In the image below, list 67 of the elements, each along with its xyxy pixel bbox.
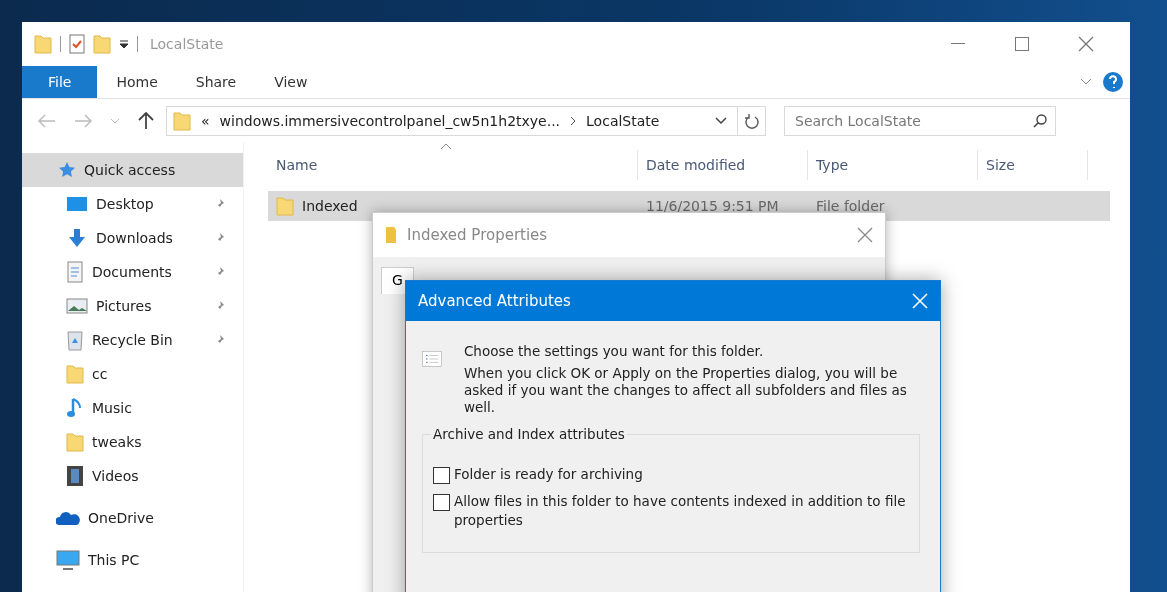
sort-ascending-icon bbox=[440, 143, 452, 151]
ribbon-tab[interactable]: File bbox=[22, 66, 98, 98]
nav-item[interactable]: Quick access bbox=[22, 153, 243, 187]
document-icon bbox=[66, 261, 84, 283]
properties-icon[interactable] bbox=[69, 34, 85, 54]
nav-item[interactable]: Recycle Bin bbox=[22, 323, 243, 357]
folder-icon bbox=[385, 226, 397, 244]
checkbox[interactable] bbox=[433, 494, 450, 511]
refresh-icon[interactable] bbox=[744, 113, 759, 129]
help-icon[interactable] bbox=[1102, 71, 1124, 93]
ribbon-tab[interactable]: Share bbox=[176, 66, 256, 98]
file-name: Indexed bbox=[302, 198, 358, 214]
film-icon bbox=[66, 465, 84, 487]
dropdown-icon[interactable] bbox=[119, 39, 129, 49]
chevron-down-icon[interactable] bbox=[715, 117, 727, 125]
new-folder-icon bbox=[93, 34, 111, 54]
checkbox[interactable] bbox=[433, 467, 450, 484]
search-field[interactable]: Search LocalState bbox=[784, 106, 1056, 136]
ribbon-tab[interactable]: View bbox=[255, 66, 327, 98]
nav-item[interactable]: OneDrive bbox=[22, 501, 243, 535]
close-button[interactable] bbox=[857, 227, 873, 243]
dialog-title: Advanced Attributes bbox=[418, 292, 572, 310]
folder-icon bbox=[34, 34, 52, 54]
nav-item[interactable]: Downloads bbox=[22, 221, 243, 255]
nav-item[interactable]: Pictures bbox=[22, 289, 243, 323]
column-header[interactable]: Name bbox=[268, 150, 638, 180]
folder-icon bbox=[66, 432, 84, 452]
checkbox-label[interactable]: Folder is ready for archiving bbox=[454, 465, 643, 484]
window-title: LocalState bbox=[150, 36, 225, 52]
download-icon bbox=[66, 228, 88, 248]
type-cell-text: File folder bbox=[815, 198, 886, 214]
search-icon bbox=[1033, 114, 1047, 128]
music-note-icon bbox=[66, 397, 84, 419]
dialog-title: Indexed Properties bbox=[407, 226, 549, 244]
checkbox-label[interactable]: Allow files in this folder to have contents indexed in addition to file properties bbox=[454, 492, 909, 530]
ribbon-tab[interactable]: Home bbox=[97, 66, 177, 98]
recycle-bin-icon bbox=[66, 329, 84, 351]
nav-item[interactable]: Music bbox=[22, 391, 243, 425]
breadcrumb-overflow[interactable]: « bbox=[201, 113, 210, 129]
nav-item[interactable]: This PC bbox=[22, 543, 243, 577]
folder-icon bbox=[173, 111, 191, 131]
minimize-icon[interactable] bbox=[951, 43, 965, 45]
nav-item[interactable]: Videos bbox=[22, 459, 243, 493]
group-label: Archive and Index attributes bbox=[431, 426, 627, 442]
column-header[interactable]: Date modified bbox=[638, 150, 808, 180]
picture-icon bbox=[66, 298, 88, 314]
breadcrumb-segment[interactable]: windows.immersivecontrolpanel_cw5n1h2txye... bbox=[219, 113, 561, 129]
cloud-icon bbox=[56, 510, 80, 526]
close-icon[interactable] bbox=[1078, 36, 1094, 52]
monitor-icon bbox=[66, 195, 88, 213]
nav-item[interactable]: Documents bbox=[22, 255, 243, 289]
breadcrumb-segment[interactable]: LocalState bbox=[586, 113, 660, 129]
column-header[interactable]: Type bbox=[808, 150, 978, 180]
computer-icon bbox=[56, 550, 80, 570]
address-bar[interactable]: « windows.immersivecontrolpanel_cw5n1h2txye... LocalState bbox=[166, 106, 766, 136]
folder-icon bbox=[66, 364, 84, 384]
star-icon bbox=[58, 161, 76, 179]
column-header[interactable]: Size bbox=[978, 150, 1088, 180]
nav-item[interactable]: cc bbox=[22, 357, 243, 391]
nav-item[interactable]: Desktop bbox=[22, 187, 243, 221]
intro-text: Choose the settings you want for this folder. bbox=[463, 343, 765, 359]
date-modified-cell-text: 11/6/2015 9:51 PM bbox=[645, 198, 780, 214]
note-text: When you click OK or Apply on the Properties dialog, you will be asked if you want the changes to affect all subfolders and files as well. bbox=[463, 365, 908, 416]
folder-icon bbox=[276, 196, 294, 216]
chevron-right-icon bbox=[570, 116, 577, 126]
nav-item[interactable]: tweaks bbox=[22, 425, 243, 459]
maximize-icon[interactable] bbox=[1015, 37, 1029, 51]
